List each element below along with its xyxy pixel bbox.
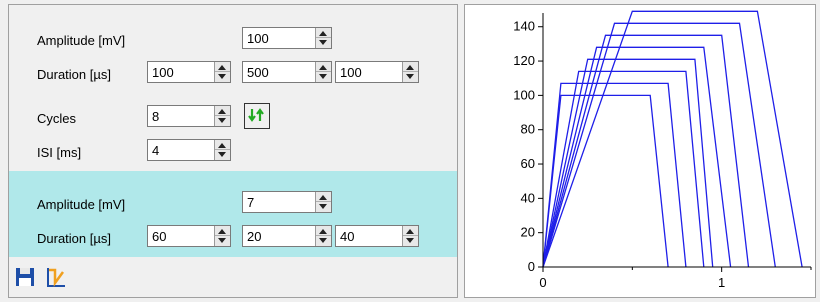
secondary-stimulus-panel: Amplitude [mV] 7 Duration [µs] 60 20 40 <box>9 171 457 257</box>
duration-spin-buttons-2[interactable] <box>315 62 331 82</box>
duration-input-1[interactable]: 100 <box>147 61 231 83</box>
y-tick-label: 120 <box>513 53 535 68</box>
isi-label: ISI [ms] <box>37 145 82 160</box>
duration2-input-2[interactable]: 20 <box>242 225 332 247</box>
isi-value: 4 <box>152 143 160 158</box>
duration2-spin-buttons-1[interactable] <box>214 226 230 246</box>
waveform-series-8 <box>542 10 803 268</box>
swap-button[interactable] <box>244 103 270 129</box>
x-tick-label: 0 <box>539 275 546 290</box>
save-icon[interactable] <box>15 267 35 287</box>
amplitude-input[interactable]: 100 <box>242 27 332 49</box>
waveform-series-6 <box>542 34 750 268</box>
y-tick-label: 60 <box>521 156 535 171</box>
y-tick-label: 140 <box>513 19 535 34</box>
duration-label: Duration [µs] <box>37 67 111 82</box>
cycles-label: Cycles <box>37 111 77 126</box>
duration2-spin-buttons-3[interactable] <box>402 226 418 246</box>
amplitude-value: 100 <box>247 31 269 46</box>
duration2-value-1: 60 <box>152 229 167 244</box>
duration-label-2: Duration [µs] <box>37 231 111 246</box>
amplitude-spin-buttons[interactable] <box>315 28 331 48</box>
duration2-input-3[interactable]: 40 <box>335 225 419 247</box>
duration-value-2: 500 <box>247 65 269 80</box>
duration-input-3[interactable]: 100 <box>335 61 419 83</box>
y-tick-label: 20 <box>521 225 535 240</box>
amplitude-label-2: Amplitude [mV] <box>37 197 126 212</box>
cycles-value: 8 <box>152 109 160 124</box>
isi-spin-buttons[interactable] <box>214 140 230 160</box>
duration-value-3: 100 <box>340 65 362 80</box>
cycles-input[interactable]: 8 <box>147 105 231 127</box>
isi-input[interactable]: 4 <box>147 139 231 161</box>
stimulus-settings-panel: Amplitude [mV] 100 Duration [µs] 100 500… <box>8 4 458 298</box>
amplitude-spin-buttons-2[interactable] <box>315 192 331 212</box>
y-tick-label: 80 <box>521 122 535 137</box>
waveform-series-2 <box>542 82 687 268</box>
duration-spin-buttons-1[interactable] <box>214 62 230 82</box>
duration-value-1: 100 <box>152 65 174 80</box>
swap-arrows-icon <box>248 108 264 122</box>
duration2-spin-buttons-2[interactable] <box>315 226 331 246</box>
y-tick-label: 40 <box>521 190 535 205</box>
amplitude-value-2: 7 <box>247 195 255 210</box>
y-tick-label: 0 <box>528 259 535 274</box>
duration2-value-3: 40 <box>340 229 355 244</box>
cycles-spin-buttons[interactable] <box>214 106 230 126</box>
waveform-chart-panel: 0 20 40 60 80 100 120 140 0 1 <box>464 4 816 298</box>
x-tick-label: 1 <box>718 275 725 290</box>
y-tick-label: 100 <box>513 87 535 102</box>
plot-icon[interactable] <box>45 266 67 288</box>
waveform-chart: 0 20 40 60 80 100 120 140 0 1 <box>513 10 812 290</box>
duration2-value-2: 20 <box>247 229 262 244</box>
duration2-input-1[interactable]: 60 <box>147 225 231 247</box>
duration-input-2[interactable]: 500 <box>242 61 332 83</box>
waveform-series-5 <box>542 46 732 268</box>
amplitude-input-2[interactable]: 7 <box>242 191 332 213</box>
duration-spin-buttons-3[interactable] <box>402 62 418 82</box>
amplitude-label: Amplitude [mV] <box>37 33 126 48</box>
